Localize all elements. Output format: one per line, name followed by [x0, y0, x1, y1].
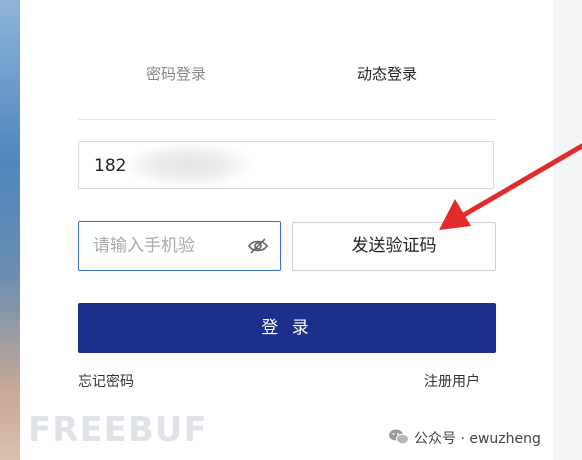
forgot-password-link[interactable]: 忘记密码 [78, 371, 134, 391]
verification-code-input[interactable] [93, 234, 243, 258]
tab-divider [78, 119, 496, 120]
background-image-left [0, 0, 20, 460]
verification-code-field[interactable] [78, 221, 281, 271]
background-right [553, 0, 582, 460]
tab-password-login[interactable]: 密码登录 [146, 64, 206, 84]
account-label: 公众号 · ewuzheng [414, 431, 541, 447]
send-code-button[interactable]: 发送验证码 [292, 222, 496, 271]
freebuf-watermark: FREEBUF [28, 410, 208, 450]
login-button[interactable]: 登 录 [78, 303, 496, 353]
register-link[interactable]: 注册用户 [424, 371, 480, 391]
wechat-icon [389, 429, 409, 445]
tab-dynamic-login[interactable]: 动态登录 [357, 64, 417, 84]
redaction-blur [128, 144, 250, 186]
phone-value: 182 [94, 156, 127, 176]
eye-slash-icon[interactable] [247, 237, 269, 255]
